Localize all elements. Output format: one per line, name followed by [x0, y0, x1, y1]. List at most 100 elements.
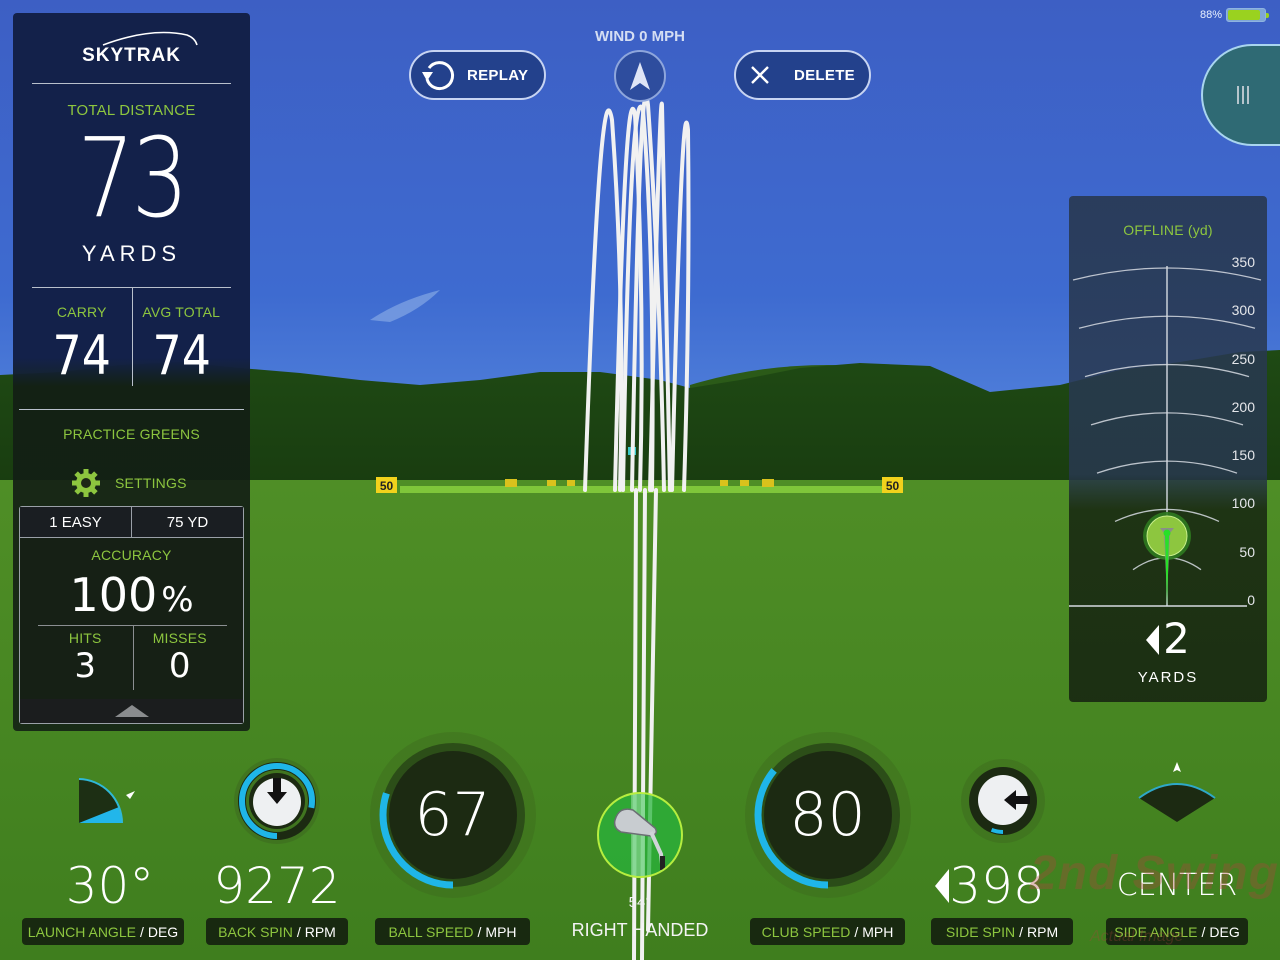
gear-icon — [72, 469, 100, 497]
mode-title: PRACTICE GREENS — [63, 426, 200, 442]
back-spin-tag: BACK SPIN / RPM — [206, 918, 348, 945]
offline-tick-label: 250 — [1231, 350, 1255, 367]
practice-stats-box: 1 EASY 75 YD ACCURACY 100% HITS 3 MISSES… — [19, 506, 244, 724]
avg-total-value: 74 — [152, 324, 211, 387]
back-spin-unit: RPM — [304, 923, 336, 940]
expand-panel-button[interactable] — [20, 699, 243, 723]
replay-button[interactable]: REPLAY — [409, 50, 546, 100]
watermark-subtext: Actual Image — [1090, 928, 1184, 945]
offline-number: 2 — [1163, 614, 1190, 663]
ball-speed-unit: MPH — [485, 923, 517, 940]
range-sign-small — [762, 479, 774, 487]
club-speed-tag: CLUB SPEED / MPH — [750, 918, 905, 945]
divider — [32, 83, 231, 84]
target-marker — [1143, 512, 1191, 606]
carry-stat: CARRY 74 — [32, 288, 132, 386]
club-speed-value: 80 — [789, 780, 866, 850]
offline-value: 2 — [1069, 616, 1267, 662]
difficulty-value: 1 EASY — [20, 507, 132, 537]
side-spin-gauge — [961, 759, 1045, 843]
offline-tick-label: 300 — [1231, 302, 1255, 319]
replay-icon — [419, 56, 457, 94]
battery-icon — [1226, 8, 1269, 22]
launch-angle-unit: DEG — [147, 923, 179, 940]
launch-angle-tag: LAUNCH ANGLE / DEG — [22, 918, 184, 945]
settings-button[interactable]: SETTINGS — [71, 468, 187, 498]
brand-name: SKYTRAK — [82, 45, 181, 66]
total-distance-value: 73 — [77, 114, 189, 242]
accuracy-value: 100% — [20, 567, 243, 628]
target-distance-value: 75 YD — [166, 513, 209, 531]
shot-line — [1165, 536, 1169, 606]
range-sign-small — [505, 479, 517, 487]
left-direction-icon — [935, 869, 950, 903]
carry-avg-section: CARRY 74 AVG TOTAL 74 — [32, 288, 231, 386]
carry-label: CARRY — [56, 304, 107, 320]
offline-tick-label: 50 — [1239, 543, 1255, 560]
misses-stat: MISSES 0 — [133, 630, 228, 686]
accuracy-label: ACCURACY — [91, 547, 172, 563]
range-sign-small — [740, 480, 749, 486]
range-sign-small — [567, 480, 575, 486]
club-loft: 54° — [628, 894, 652, 911]
settings-label: SETTINGS — [115, 475, 187, 491]
side-spin-unit: RPM — [1027, 923, 1059, 940]
wind-direction-dial[interactable] — [614, 50, 666, 102]
offline-tick-label: 350 — [1231, 254, 1255, 270]
hits-stat: HITS 3 — [38, 630, 133, 686]
replay-label: REPLAY — [467, 66, 529, 84]
divider — [19, 409, 244, 410]
wind-label: WIND 0 MPH — [595, 28, 685, 45]
close-icon — [748, 63, 772, 87]
carry-value: 74 — [52, 324, 111, 387]
svg-text:50: 50 — [380, 479, 394, 493]
launch-angle-label: LAUNCH ANGLE — [27, 923, 136, 940]
skytrak-logo: SKYTRAK — [13, 31, 250, 67]
left-direction-icon — [1146, 625, 1160, 655]
accuracy-number: 100 — [69, 568, 158, 622]
battery-percent: 88% — [1199, 9, 1222, 21]
hits-value: 3 — [74, 646, 97, 686]
ball-speed-tag: BALL SPEED / MPH — [375, 918, 530, 945]
misses-label: MISSES — [152, 630, 207, 646]
avg-total-label: AVG TOTAL — [142, 304, 221, 320]
ball-speed-value: 67 — [414, 780, 491, 850]
back-spin-gauge — [234, 758, 320, 844]
back-spin-label: BACK SPIN — [218, 923, 293, 940]
handedness: RIGHT HANDED — [571, 920, 709, 940]
delete-button[interactable]: DELETE — [734, 50, 871, 100]
club-speed-unit: MPH — [862, 923, 894, 940]
side-angle-icon — [1138, 762, 1216, 822]
offline-tick-label: 200 — [1231, 398, 1255, 415]
wind-arrow-icon — [630, 62, 650, 90]
range-sign-left: 50 — [376, 477, 397, 493]
watermark: 2nd Swing — [1030, 847, 1279, 900]
offline-panel: OFFLINE (yd) 350 300 250 200 150 100 50 0 2 YAR… — [1069, 196, 1267, 702]
chevron-up-icon — [114, 705, 149, 717]
ball-speed-label: BALL SPEED — [388, 923, 474, 940]
battery-fill — [1228, 10, 1260, 20]
launch-angle-value: 30° — [65, 857, 155, 915]
offline-tick-label: 0 — [1247, 592, 1255, 608]
shot-summary-panel: SKYTRAK TOTAL DISTANCE 73 YARDS CARRY 74… — [13, 13, 250, 731]
hits-misses-section: HITS 3 MISSES 0 — [38, 625, 228, 690]
club-speed-label: CLUB SPEED — [761, 923, 851, 940]
iron-club-icon — [613, 794, 665, 876]
hits-label: HITS — [68, 630, 102, 646]
avg-total-stat: AVG TOTAL 74 — [132, 288, 232, 386]
back-spin-value: 9272 — [213, 857, 341, 915]
range-sign-small — [720, 480, 728, 486]
ball-landing-dot — [1163, 529, 1171, 537]
side-angle-unit: DEG — [1209, 923, 1240, 940]
total-distance-unit: YARDS — [81, 241, 182, 266]
accuracy-unit: % — [161, 580, 194, 620]
range-sign-small — [547, 480, 556, 486]
launch-angle-icon — [78, 778, 135, 824]
club-selector-button[interactable] — [597, 792, 683, 878]
side-spin-label: SIDE SPIN — [945, 923, 1016, 940]
offline-unit: YARDS — [1137, 669, 1199, 686]
svg-text:50: 50 — [886, 479, 900, 493]
menu-bars-icon — [1237, 86, 1249, 104]
ball-roll-trace — [632, 488, 638, 960]
offline-tick-label: 150 — [1231, 447, 1255, 464]
